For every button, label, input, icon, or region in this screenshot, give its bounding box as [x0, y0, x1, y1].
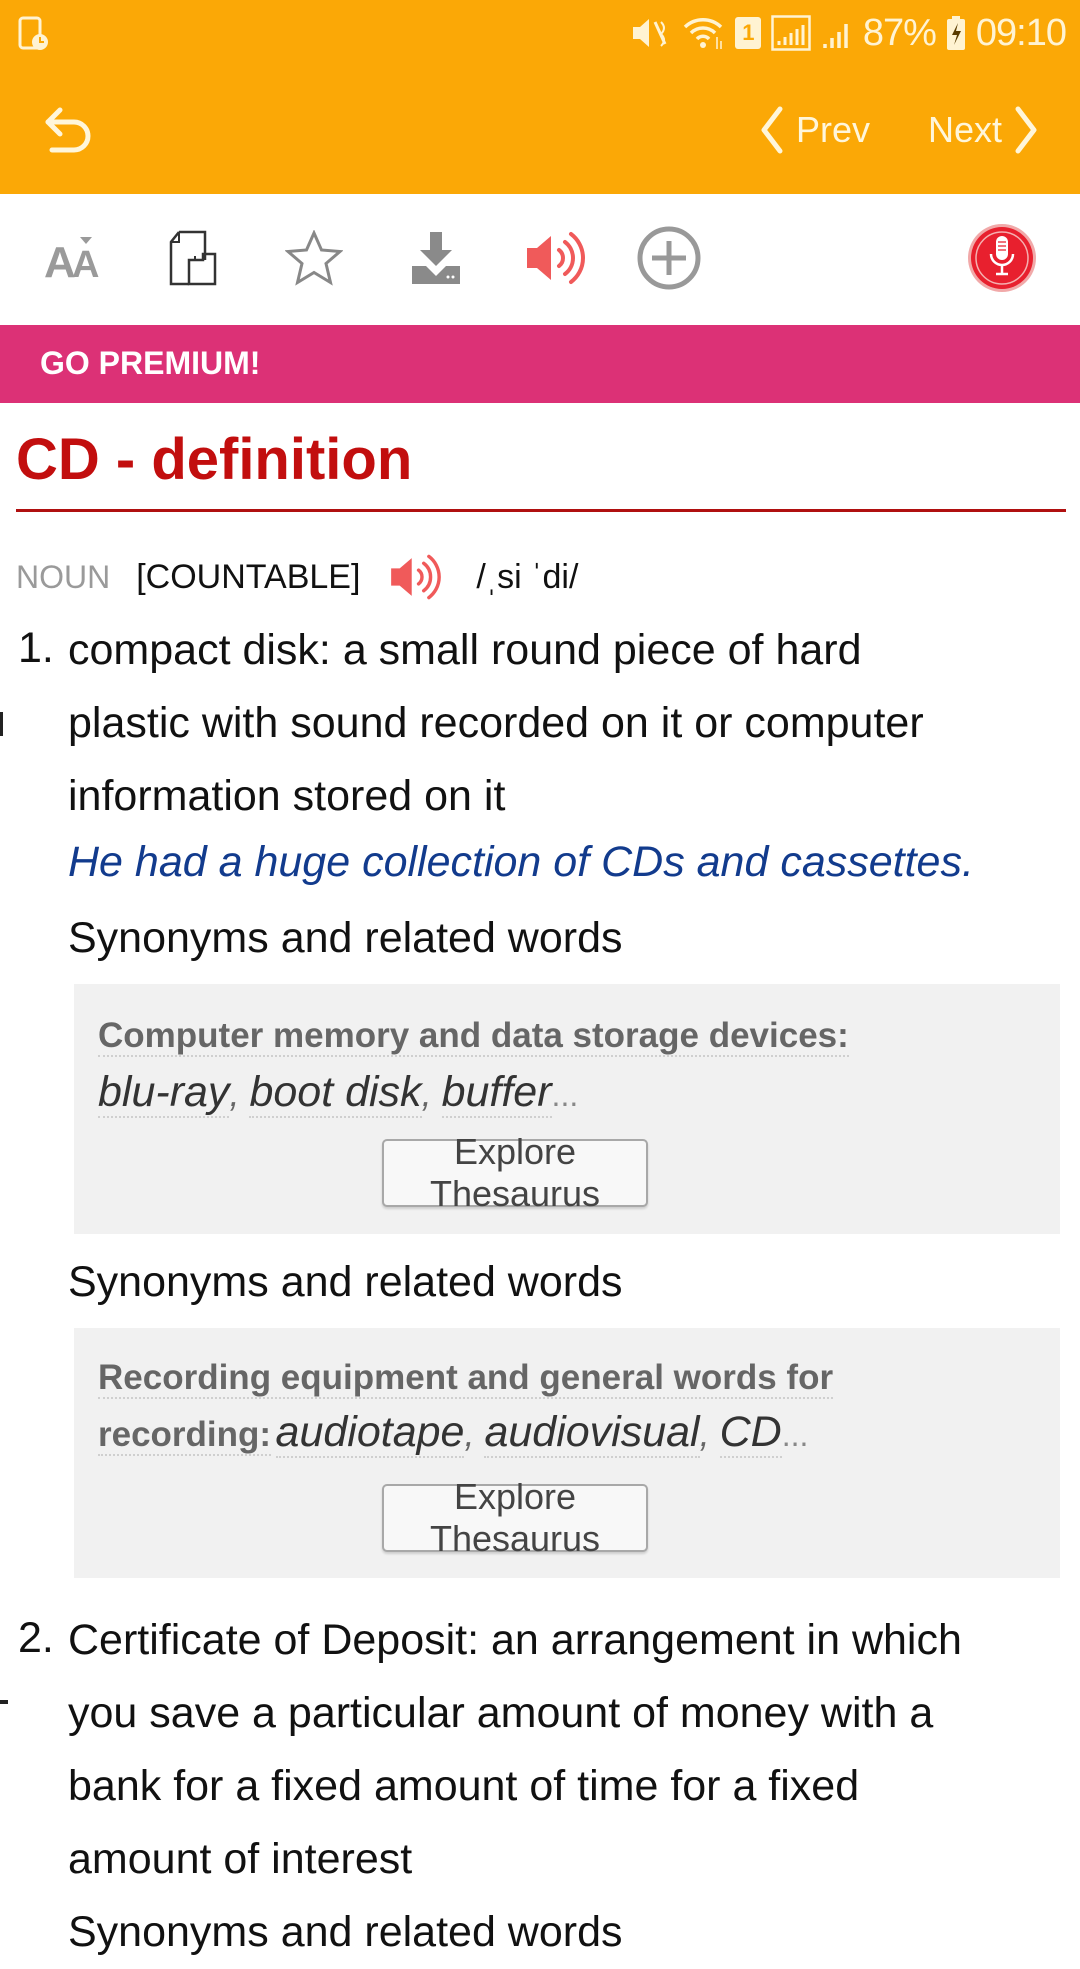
pronunciation: /ˌsi ˈdi/	[476, 557, 579, 596]
add-icon	[637, 226, 701, 290]
go-premium-label: GO PREMIUM!	[40, 345, 261, 381]
definition-line: Certificate of Deposit: an arrangement i…	[68, 1616, 962, 1664]
synonym-link[interactable]: CD	[719, 1408, 782, 1458]
app-toolbar: Prev Next	[0, 66, 1080, 194]
microphone-icon	[968, 224, 1036, 292]
more-ellipsis: ...	[781, 1417, 809, 1453]
download-button[interactable]	[404, 226, 468, 290]
more-ellipsis: ...	[551, 1077, 579, 1113]
next-label: Next	[928, 109, 1003, 150]
battery-percent: 87%	[862, 11, 937, 54]
sense-definition: compact disk: a small round piece of har…	[68, 614, 1068, 833]
back-button[interactable]	[42, 102, 98, 158]
go-premium-banner[interactable]: GO PREMIUM!	[0, 325, 1080, 403]
back-arrow-icon	[45, 107, 91, 153]
synonym-link[interactable]: audiotape	[275, 1408, 465, 1458]
copy-icon	[169, 230, 217, 286]
screen-time-icon	[18, 16, 52, 52]
synonym-link[interactable]: boot disk	[249, 1068, 422, 1118]
speaker-icon	[391, 554, 442, 600]
status-bar: 1 87% 09:10	[0, 0, 1080, 66]
synonyms-heading: Synonyms and related words	[68, 1258, 623, 1306]
synonym-link[interactable]: audiovisual	[484, 1408, 700, 1458]
battery-charging-icon	[946, 15, 966, 51]
synonym-category-link[interactable]: Computer memory and data storage devices…	[98, 1016, 849, 1057]
synonyms-heading: Synonyms and related words	[68, 914, 623, 962]
audio-button[interactable]	[524, 226, 588, 290]
definition-line: compact disk: a small round piece of har…	[68, 626, 862, 674]
chevron-right-icon	[1015, 106, 1037, 154]
add-button[interactable]	[636, 225, 702, 291]
signal-icon	[771, 15, 811, 51]
definition-line: amount of interest	[68, 1835, 413, 1883]
mute-icon	[631, 16, 671, 50]
speaker-icon	[527, 232, 585, 284]
sense-definition: Certificate of Deposit: an arrangement i…	[68, 1604, 1068, 1969]
sense-number: 1.	[18, 624, 54, 672]
edge-marker	[0, 1700, 8, 1704]
voice-search-button[interactable]	[966, 222, 1038, 294]
clock: 09:10	[975, 11, 1067, 54]
title-divider	[16, 509, 1066, 512]
svg-text:A: A	[44, 238, 76, 283]
synonyms-heading: Synonyms and related words	[68, 1908, 623, 1956]
next-button[interactable]: Next	[928, 100, 1040, 160]
synonym-box: Computer memory and data storage devices…	[74, 984, 1060, 1234]
synonym-category-link[interactable]: recording:	[98, 1415, 272, 1456]
explore-thesaurus-button[interactable]: Explore Thesaurus	[382, 1131, 648, 1214]
synonym-link[interactable]: buffer	[441, 1068, 552, 1118]
prev-label: Prev	[796, 109, 871, 150]
action-icon-bar: AA	[0, 194, 1080, 324]
sim-icon: 1	[734, 17, 761, 49]
copy-button[interactable]	[162, 226, 226, 290]
definition-line: you save a particular amount of money wi…	[68, 1689, 934, 1737]
chevron-left-icon	[761, 106, 783, 154]
grammar-label: [COUNTABLE]	[136, 557, 361, 596]
wifi-icon	[681, 15, 725, 51]
font-size-icon: AA	[44, 237, 99, 283]
pronunciation-audio-button[interactable]	[386, 553, 446, 601]
definition-line: bank for a fixed amount of time for a fi…	[68, 1762, 860, 1810]
svg-text:A: A	[72, 244, 99, 283]
example-sentence: He had a huge collection of CDs and cass…	[68, 838, 974, 886]
sense-number: 2.	[18, 1614, 54, 1662]
star-icon	[285, 230, 343, 286]
definition-line: information stored on it	[68, 772, 506, 820]
synonym-link[interactable]: blu-ray	[98, 1068, 230, 1118]
download-icon	[412, 232, 460, 284]
signal-icon-2	[821, 16, 853, 50]
explore-thesaurus-button[interactable]: Explore Thesaurus	[382, 1476, 648, 1559]
part-of-speech: NOUN	[16, 558, 111, 595]
synonym-box: Recording equipment and general words fo…	[74, 1328, 1060, 1578]
edge-marker	[0, 712, 3, 736]
grammar-line: NOUN [COUNTABLE] /ˌsi ˈdi/	[16, 552, 578, 602]
font-size-button[interactable]: AA	[42, 226, 106, 290]
favorite-button[interactable]	[282, 226, 346, 290]
synonym-category-link[interactable]: Recording equipment and general words fo…	[98, 1358, 834, 1399]
definition-line: plastic with sound recorded on it or com…	[68, 699, 924, 747]
prev-button[interactable]: Prev	[758, 100, 870, 160]
page-title: CD - definition	[16, 427, 413, 492]
